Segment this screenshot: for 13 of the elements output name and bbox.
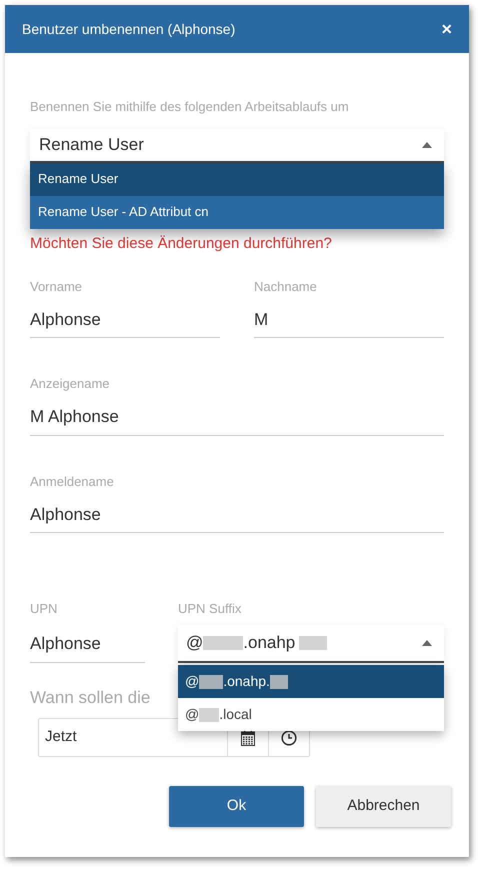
field-label: Anmeldename — [30, 472, 115, 490]
select-value: @ — [186, 632, 204, 654]
date-value: Jetzt — [44, 727, 78, 748]
field-label: UPN — [30, 600, 58, 618]
field-label: Nachname — [254, 278, 318, 296]
field-label: Anzeigename — [30, 375, 110, 393]
warning-text: Möchten Sie diese Änderungen durchführen? — [30, 234, 333, 254]
select-value: .onahp — [243, 632, 296, 654]
schedule-label: Wann sollen die — [30, 686, 150, 708]
field-label: UPN Suffix — [178, 600, 242, 618]
field-label: Vorname — [30, 278, 84, 296]
dialog-title: Benutzer umbenennen (Alphonse) — [22, 20, 236, 39]
field-label: Benennen Sie mithilfe des folgenden Arbeitsablaufs um — [30, 98, 350, 116]
